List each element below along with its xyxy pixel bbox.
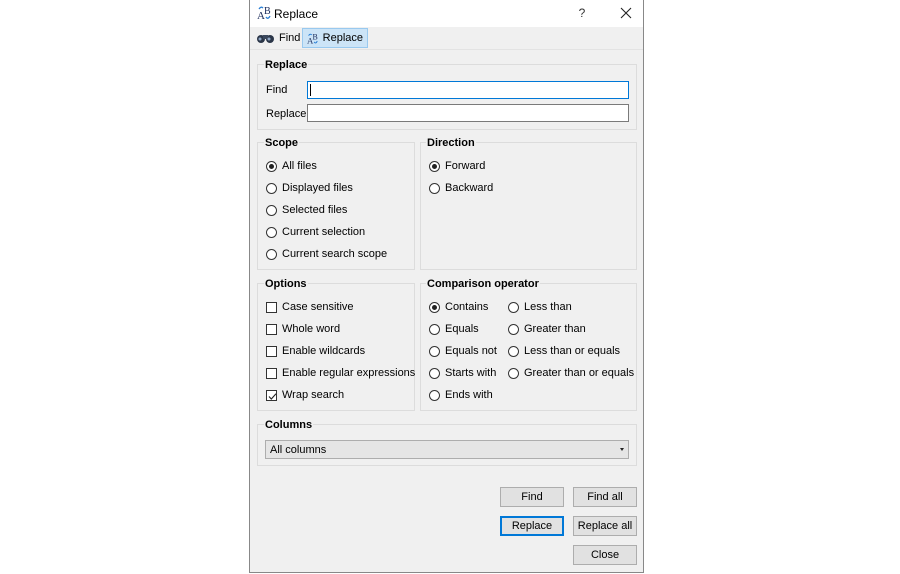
radio-indicator (508, 301, 519, 313)
binoculars-icon (257, 35, 274, 43)
radio-indicator (429, 323, 440, 335)
find-all-button[interactable]: Find all (573, 487, 637, 507)
replace-ab-icon: A B (257, 5, 273, 22)
options-title: Options (264, 278, 308, 290)
scope-displayed-files-radio[interactable]: Displayed files (266, 182, 353, 194)
checkbox-indicator (266, 389, 277, 401)
window-title: Replace (274, 7, 319, 21)
help-button[interactable]: ? (568, 2, 596, 24)
replace-input[interactable] (307, 104, 629, 122)
op-starts-with-radio[interactable]: Starts with (429, 367, 496, 379)
op-greater-than-or-equals-radio[interactable]: Greater than or equals (508, 367, 634, 379)
scope-current-selection-radio[interactable]: Current selection (266, 226, 365, 238)
checkmark-icon (268, 392, 277, 400)
radio-indicator (508, 367, 519, 379)
case-sensitive-checkbox[interactable]: Case sensitive (266, 301, 354, 313)
title-bar: A B Replace ? (250, 0, 643, 27)
radio-indicator (266, 248, 277, 260)
close-button[interactable]: Close (573, 545, 637, 565)
scope-title: Scope (264, 137, 300, 149)
toolbar: Find A B Replace (250, 27, 643, 50)
tab-replace-label: Replace (322, 32, 363, 44)
radio-indicator (266, 226, 277, 238)
checkbox-indicator (266, 367, 277, 379)
radio-indicator (266, 204, 277, 216)
replace-group-title: Replace (264, 59, 309, 71)
replace-dialog: A B Replace ? Find A B Replace Replace F… (249, 0, 644, 573)
op-less-than-radio[interactable]: Less than (508, 301, 572, 313)
columns-dropdown[interactable]: All columns (265, 440, 629, 459)
radio-indicator (429, 182, 440, 194)
tab-replace[interactable]: A B Replace (302, 28, 368, 48)
radio-indicator (266, 160, 277, 172)
scope-current-search-scope-radio[interactable]: Current search scope (266, 248, 387, 260)
direction-forward-radio[interactable]: Forward (429, 160, 485, 172)
checkbox-indicator (266, 323, 277, 335)
direction-title: Direction (426, 137, 476, 149)
radio-indicator (508, 345, 519, 357)
text-caret (310, 84, 311, 96)
replace-ab-icon: A B (307, 33, 318, 46)
columns-dropdown-value: All columns (270, 444, 327, 456)
find-button[interactable]: Find (500, 487, 564, 507)
op-equals-radio[interactable]: Equals (429, 323, 479, 335)
scope-selected-files-radio[interactable]: Selected files (266, 204, 347, 216)
radio-indicator (429, 160, 440, 172)
replace-label: Replace (266, 108, 307, 120)
radio-indicator (429, 345, 440, 357)
radio-indicator (429, 301, 440, 313)
enable-regex-checkbox[interactable]: Enable regular expressions (266, 367, 415, 379)
direction-backward-radio[interactable]: Backward (429, 182, 493, 194)
scope-all-files-radio[interactable]: All files (266, 160, 317, 172)
enable-wildcards-checkbox[interactable]: Enable wildcards (266, 345, 365, 357)
radio-indicator (429, 389, 440, 401)
op-contains-radio[interactable]: Contains (429, 301, 488, 313)
checkbox-indicator (266, 345, 277, 357)
find-input[interactable] (307, 81, 629, 99)
close-window-button[interactable] (612, 2, 640, 24)
op-equals-not-radio[interactable]: Equals not (429, 345, 497, 357)
wrap-search-checkbox[interactable]: Wrap search (266, 389, 344, 401)
op-less-than-or-equals-radio[interactable]: Less than or equals (508, 345, 620, 357)
svg-text:B: B (313, 33, 318, 42)
radio-indicator (429, 367, 440, 379)
dropdown-arrow-icon (620, 448, 624, 451)
svg-text:B: B (264, 6, 271, 17)
replace-button[interactable]: Replace (500, 516, 564, 536)
find-label: Find (266, 84, 288, 96)
replace-all-button[interactable]: Replace all (573, 516, 637, 536)
op-ends-with-radio[interactable]: Ends with (429, 389, 493, 401)
close-icon (620, 7, 632, 19)
radio-indicator (266, 182, 277, 194)
whole-word-checkbox[interactable]: Whole word (266, 323, 340, 335)
checkbox-indicator (266, 301, 277, 313)
columns-title: Columns (264, 419, 314, 431)
comparison-title: Comparison operator (426, 278, 540, 290)
radio-indicator (508, 323, 519, 335)
op-greater-than-radio[interactable]: Greater than (508, 323, 586, 335)
tab-find[interactable]: Find (252, 28, 304, 48)
tab-find-label: Find (279, 32, 301, 44)
